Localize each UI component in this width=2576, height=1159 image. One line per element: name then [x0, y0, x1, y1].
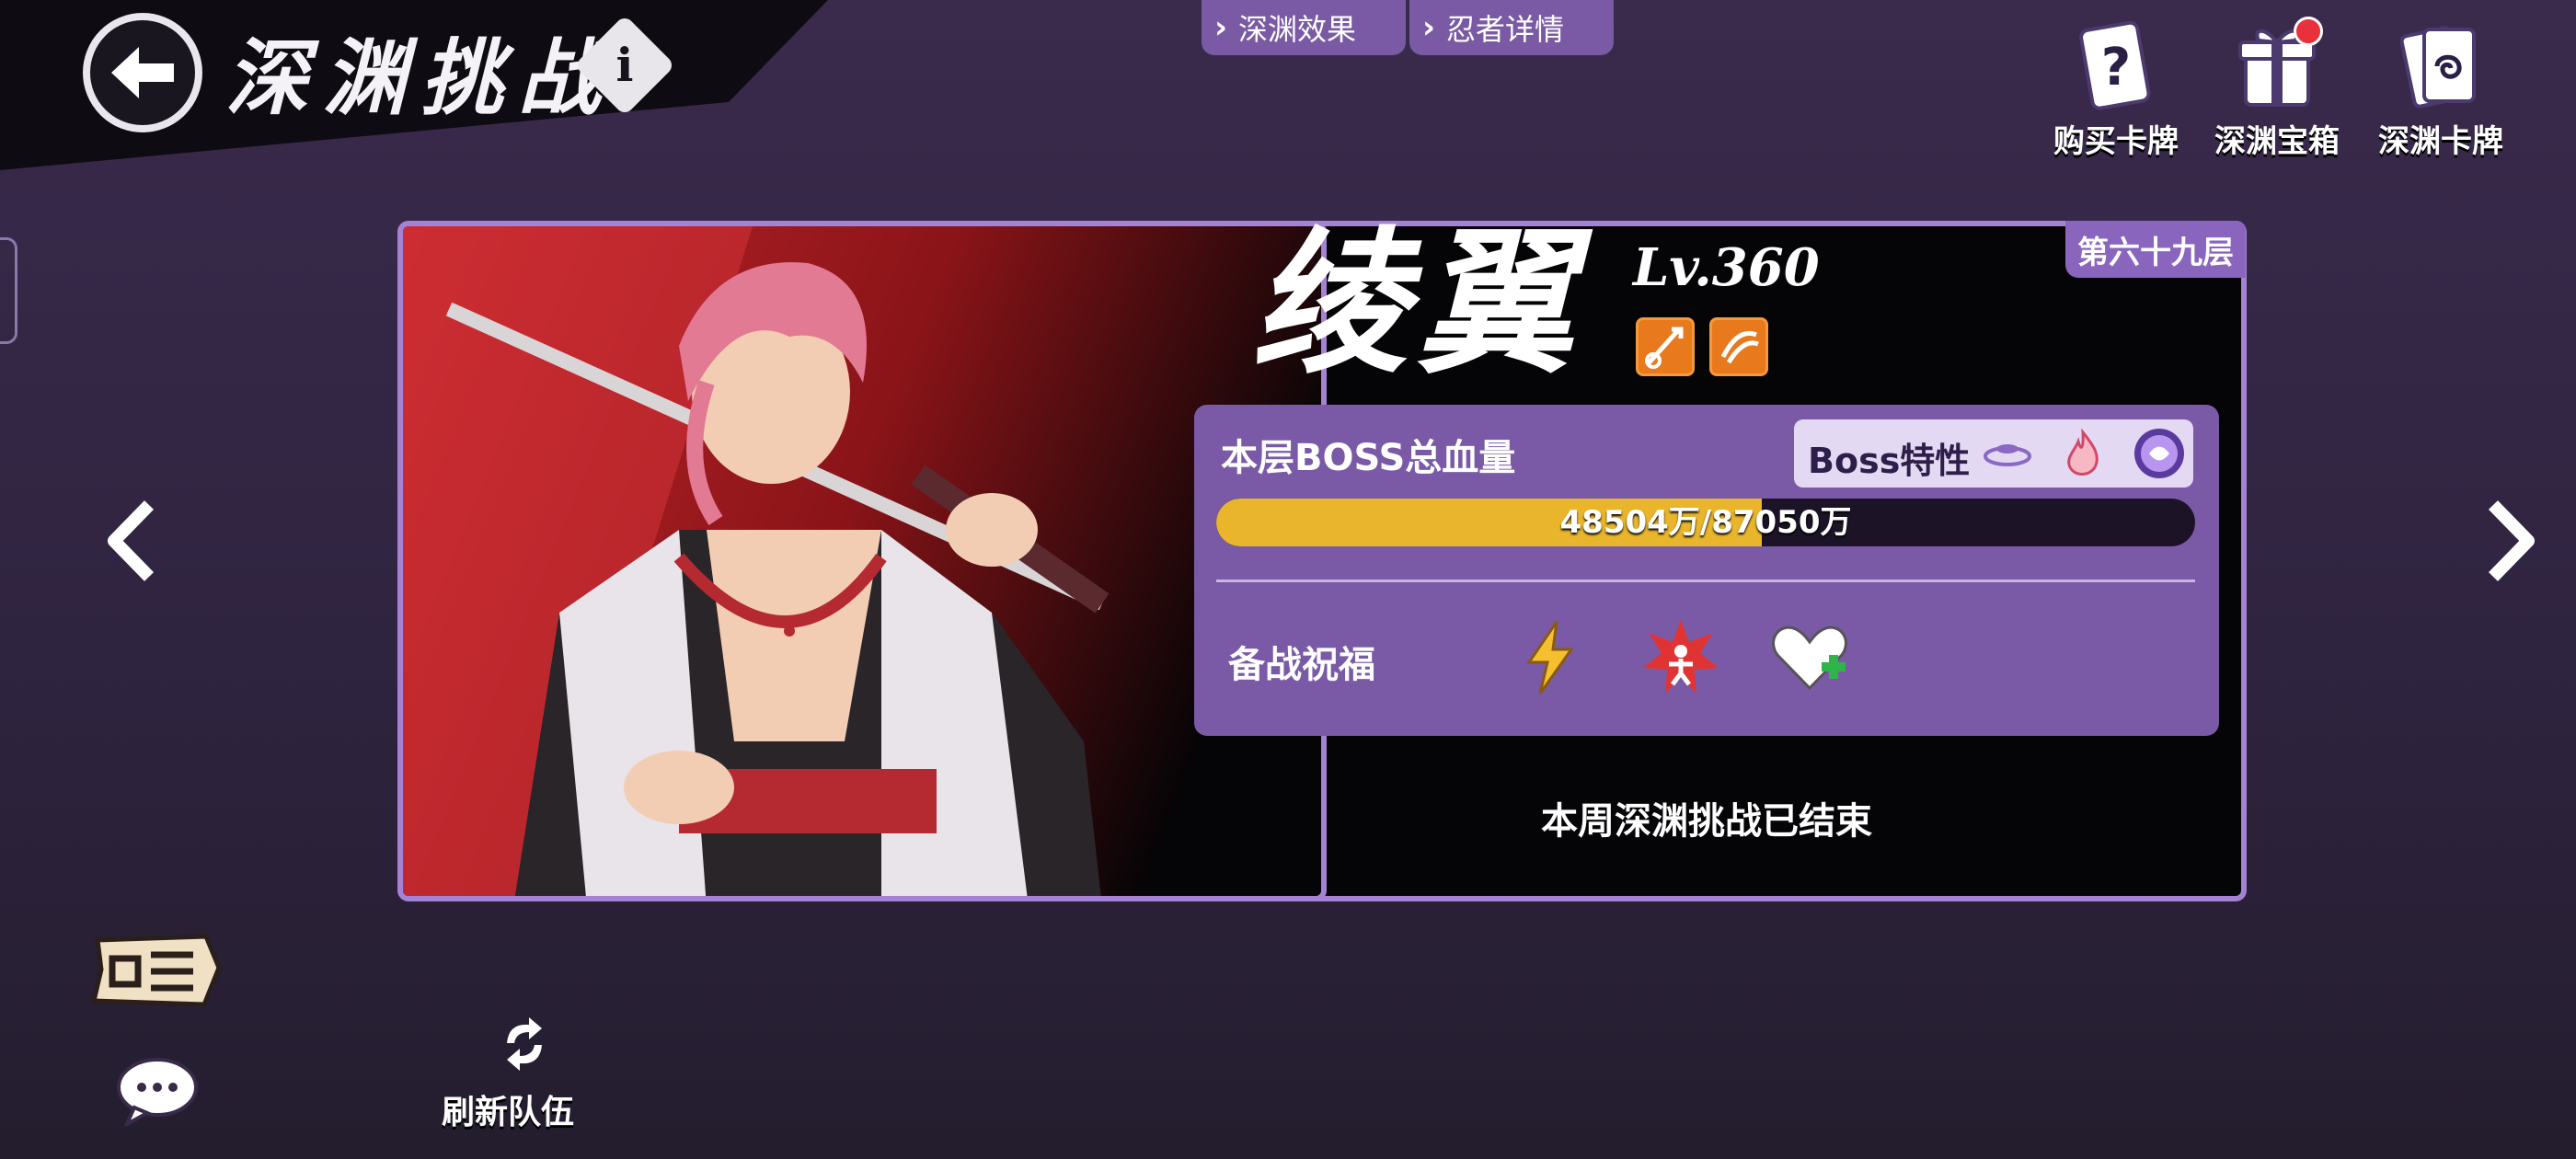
lightning-icon[interactable]: [1509, 616, 1592, 699]
info-icon[interactable]: i: [573, 14, 676, 117]
page-title: 深渊挑战: [225, 29, 615, 127]
chevron-left-icon: [108, 500, 155, 581]
heart-plus-icon[interactable]: [1768, 616, 1851, 699]
abyss-cards-button[interactable]: 深渊卡牌: [2363, 20, 2519, 161]
blessing-label: 备战祝福: [1228, 644, 1375, 686]
hp-label: 本层BOSS总血量: [1221, 437, 1516, 479]
challenge-ended-text: 本周深渊挑战已结束: [1541, 800, 1872, 843]
chat-bubble-icon[interactable]: [114, 1056, 201, 1129]
tab-label: 深渊效果: [1238, 12, 1357, 47]
boss-portrait: [397, 221, 1327, 901]
flame-icon[interactable]: [2058, 428, 2108, 478]
buy-cards-button[interactable]: ? 购买卡牌: [2038, 20, 2194, 161]
boss-level: Lv.360: [1633, 237, 1820, 298]
refresh-team-button[interactable]: [492, 1012, 557, 1076]
burst-figure-icon[interactable]: [1639, 616, 1722, 699]
purple-orb-icon[interactable]: [2134, 429, 2184, 478]
chevron-right-icon: ›: [1422, 9, 1436, 46]
tab-abyss-effect[interactable]: › 深渊效果: [1202, 0, 1406, 55]
tab-ninja-details[interactable]: › 忍者详情: [1409, 0, 1614, 55]
refresh-icon: [507, 1017, 542, 1071]
card-question-icon: ?: [2076, 20, 2156, 112]
chevron-right-icon: ›: [1214, 9, 1228, 46]
next-arrow-button[interactable]: [2484, 497, 2539, 598]
gift-box-icon: [2237, 17, 2323, 112]
refresh-team-label: 刷新队伍: [442, 1094, 575, 1131]
floor-badge: 第六十九层: [2065, 221, 2246, 278]
boss-hp-text: 48504万/87050万: [1559, 504, 1852, 541]
arrow-left-icon: [111, 47, 174, 98]
left-edge-tab[interactable]: [0, 237, 17, 344]
action-label: 深渊卡牌: [2378, 123, 2503, 160]
chevron-right-icon: [2488, 500, 2535, 581]
swirl-icon[interactable]: [1709, 317, 1768, 376]
boss-hp-bar: 48504万/87050万: [1216, 499, 2195, 546]
action-label: 购买卡牌: [2053, 123, 2179, 160]
tab-label: 忍者详情: [1446, 12, 1565, 47]
boss-name: 绫翼: [1251, 212, 1583, 396]
swirl-wave-icon[interactable]: [1983, 429, 2032, 478]
back-button[interactable]: [83, 13, 202, 132]
card-stack-icon: [2399, 20, 2481, 112]
boss-portrait-art: [403, 226, 1321, 896]
action-label: 深渊宝箱: [2214, 123, 2340, 160]
sword-speed-icon[interactable]: [1636, 317, 1695, 376]
prev-arrow-button[interactable]: [103, 497, 158, 598]
svg-text:?: ?: [2101, 38, 2131, 98]
chat-channel-icon[interactable]: [85, 931, 223, 1010]
panel-divider: [1216, 580, 2195, 582]
abyss-chest-button[interactable]: 深渊宝箱: [2199, 17, 2355, 161]
boss-traits-label: Boss特性: [1808, 441, 1971, 481]
notification-dot: [2294, 17, 2323, 46]
